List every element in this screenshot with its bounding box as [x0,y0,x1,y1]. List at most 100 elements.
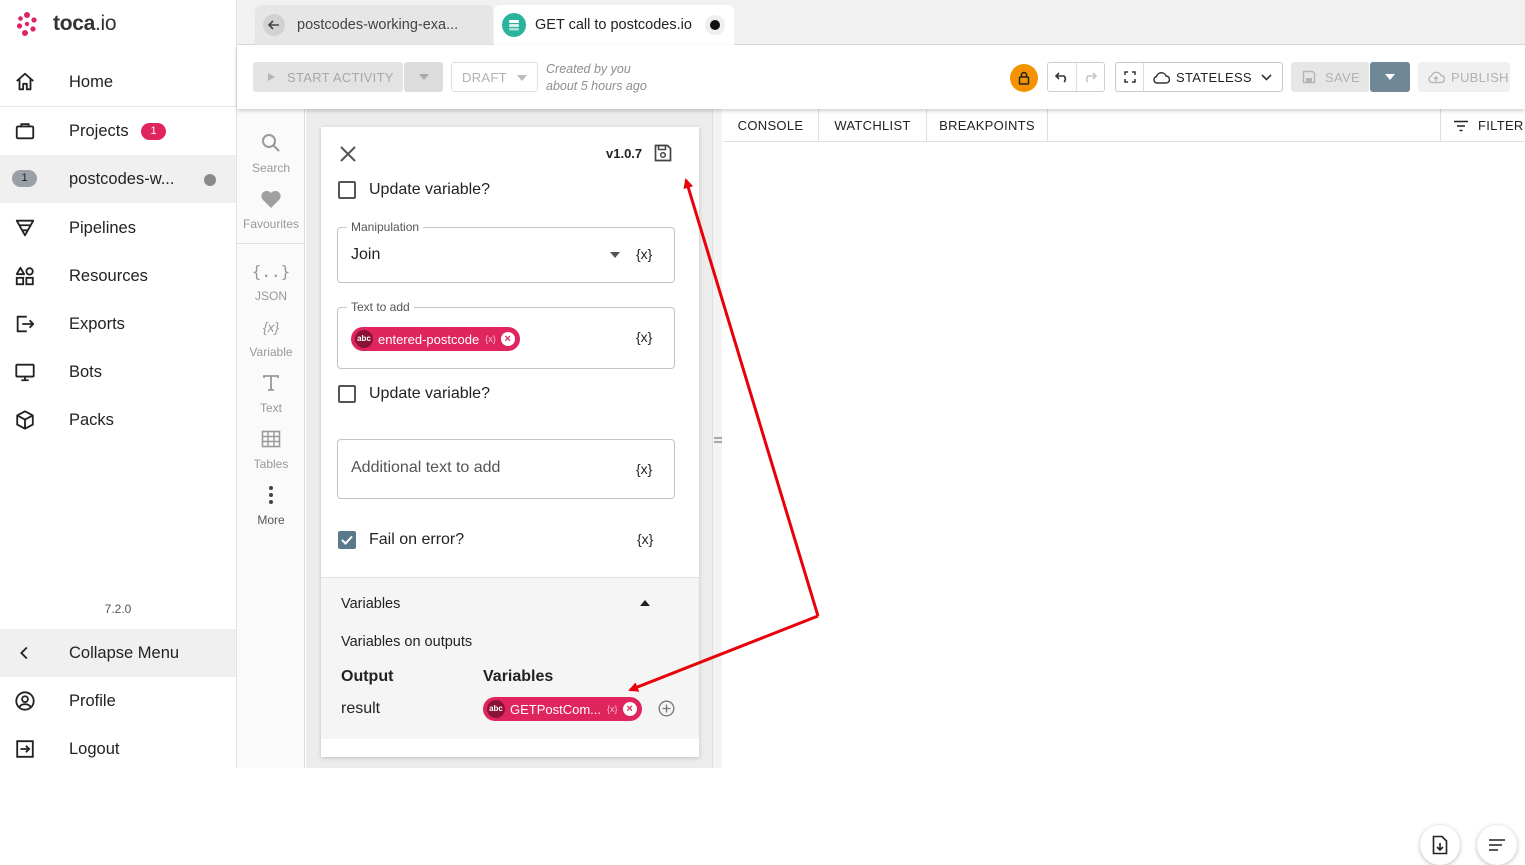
projects-count-badge: 1 [141,123,166,140]
variable-toggle-icon[interactable]: {x} [636,461,652,477]
export-icon [16,315,35,333]
sidebar-item-label: Logout [69,739,120,758]
text-to-add-field[interactable]: Text to add abc entered-postcode {x} × {… [337,300,675,369]
brand-name: toca.io [53,12,117,35]
filter-label: FILTER [1478,118,1524,133]
pipeline-icon [15,219,35,237]
palette-search[interactable]: Search [237,131,305,175]
update-variable-checkbox-2[interactable]: Update variable? [338,382,490,406]
sidebar-item-profile[interactable]: Profile [0,677,236,725]
field-legend: Manipulation [347,220,424,234]
checkbox-label: Fail on error? [369,531,465,548]
sidebar-item-logout[interactable]: Logout [0,725,236,773]
cloud-upload-icon [1428,71,1445,84]
download-log-button[interactable] [1420,825,1460,865]
checkbox-checked[interactable] [338,531,356,549]
console-panel: CONSOLE WATCHLIST BREAKPOINTS FILTER [723,109,1525,865]
execution-mode-select[interactable]: STATELESS [1115,62,1283,92]
draft-select[interactable]: DRAFT [451,62,538,92]
palette-variable[interactable]: {x} Variable [237,315,305,359]
sidebar-item-packs[interactable]: Packs [0,396,236,444]
properties-panel: v1.0.7 Update variable? Manipulation Joi… [321,127,699,757]
tab-console[interactable]: CONSOLE [723,109,819,142]
variable-marker: {x} [607,704,618,714]
palette-tables[interactable]: Tables [237,427,305,471]
variable-toggle-icon[interactable]: {x} [636,246,652,262]
close-icon[interactable] [339,145,357,163]
editor-tab-bar: postcodes-working-exa... GET call to pos… [237,0,1525,45]
sidebar-item-home[interactable]: Home [0,58,236,106]
checkbox[interactable] [338,385,356,403]
logout-icon [16,740,34,758]
caret-up-icon[interactable] [640,600,650,606]
fail-on-error-checkbox[interactable]: Fail on error? [338,528,464,552]
text-type-icon: abc [487,700,505,718]
unsaved-dot-icon [204,174,216,186]
tab-component[interactable]: GET call to postcodes.io [494,5,734,45]
start-activity-label: START ACTIVITY [287,69,394,85]
add-circle-icon[interactable] [658,700,675,717]
variable-toggle-icon[interactable]: {x} [636,329,652,345]
lock-icon [1018,71,1030,85]
created-by: Created by you [546,62,631,76]
sidebar-item-pipelines[interactable]: Pipelines [0,204,236,252]
tab-breakpoints[interactable]: BREAKPOINTS [927,109,1048,142]
palette-more[interactable]: More [237,483,305,527]
lock-button[interactable] [1010,64,1038,92]
tab-watchlist[interactable]: WATCHLIST [819,109,927,142]
fullscreen-button[interactable] [1116,63,1144,91]
manipulation-select[interactable]: Manipulation Join {x} [337,220,675,283]
save-button[interactable]: SAVE [1291,62,1369,92]
sidebar-item-label: Packs [69,410,114,429]
wrap-text-button[interactable] [1477,825,1517,865]
sidebar-item-bots[interactable]: Bots [0,348,236,396]
unsaved-dot-icon[interactable] [704,15,725,35]
save-options-dropdown-button[interactable] [1370,62,1410,92]
tab-label: GET call to postcodes.io [535,17,692,33]
editor-toolbar: START ACTIVITY DRAFT Created by you abou… [237,45,1525,109]
collapse-menu-button[interactable]: Collapse Menu [0,629,236,677]
sidebar-item-current-project[interactable]: 1 postcodes-w... [0,155,236,203]
heart-icon [259,187,283,211]
table-icon [259,427,283,451]
palette-label: JSON [254,289,287,303]
publish-button[interactable]: PUBLISH [1418,62,1510,92]
panel-resize-handle[interactable] [712,109,722,768]
sidebar-item-projects[interactable]: Projects 1 [0,107,236,155]
text-type-icon: abc [355,330,373,348]
variable-toggle-icon[interactable]: {x} [637,531,653,547]
checkbox[interactable] [338,181,356,199]
sidebar-item-label: postcodes-w... [69,169,175,188]
start-activity-button[interactable]: START ACTIVITY [253,62,403,92]
caret-down-icon [1385,74,1395,80]
redo-button[interactable] [1075,63,1104,91]
sidebar-item-label: Pipelines [69,218,136,237]
palette-text[interactable]: Text [237,371,305,415]
remove-chip-icon[interactable]: × [500,332,515,346]
undo-redo-group [1047,62,1105,92]
start-activity-dropdown-button[interactable] [404,62,443,92]
tab-pipeline[interactable]: postcodes-working-exa... [255,5,493,45]
logo[interactable]: toca.io [16,10,117,38]
additional-text-placeholder: Additional text to add [351,459,501,476]
draft-label: DRAFT [462,69,507,85]
save-icon[interactable] [653,143,673,163]
palette-favourites[interactable]: Favourites [237,187,305,231]
update-variable-checkbox-1[interactable]: Update variable? [338,178,490,202]
palette-json[interactable]: {..} JSON [237,259,305,304]
json-braces-icon: {..} [251,261,291,281]
variable-chip[interactable]: abc entered-postcode {x} × [351,327,520,351]
variable-chip[interactable]: abc GETPostCom... {x} × [483,697,642,721]
back-arrow-icon[interactable] [263,14,285,36]
undo-button[interactable] [1048,63,1076,91]
project-index-badge: 1 [12,170,37,187]
component-palette: Search Favourites {..} JSON {x} Variable… [237,109,305,768]
sidebar-item-exports[interactable]: Exports [0,300,236,348]
chevron-left-icon [20,646,28,660]
remove-chip-icon[interactable]: × [622,702,637,716]
additional-text-field[interactable]: Additional text to add {x} [337,439,675,499]
sidebar-item-resources[interactable]: Resources [0,252,236,300]
component-version: v1.0.7 [606,146,643,161]
filter-button[interactable]: FILTER [1440,109,1525,142]
collapse-menu-label: Collapse Menu [69,643,180,662]
